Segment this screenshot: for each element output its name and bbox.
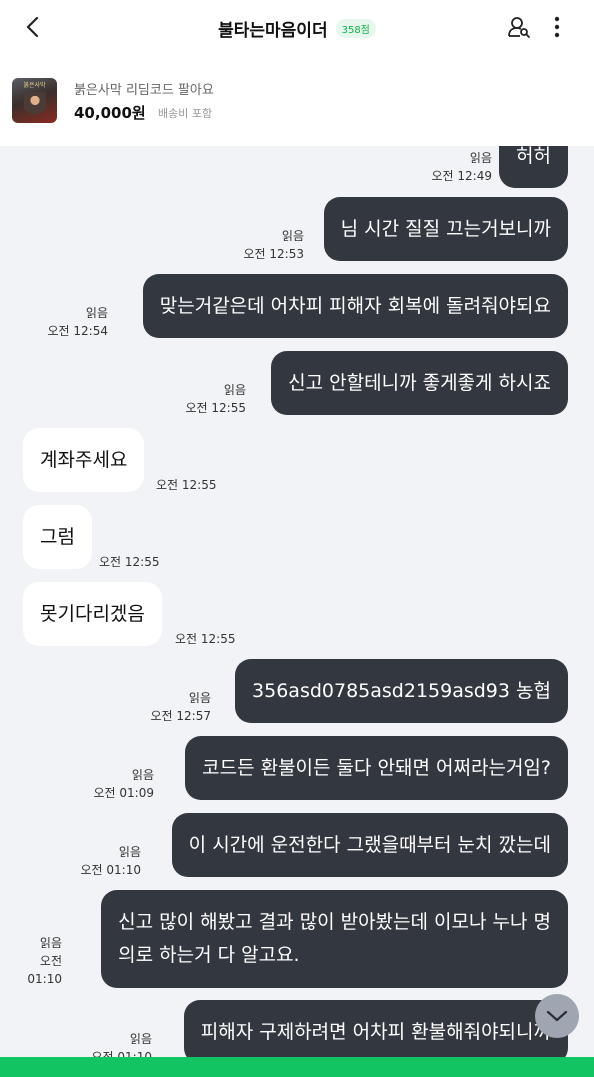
scroll-to-bottom-button[interactable] (535, 994, 579, 1038)
message-time: 오전 12:53 (243, 247, 304, 261)
chevron-left-icon (26, 16, 39, 38)
message-text: 계좌주세요 (40, 449, 128, 471)
message-time: 오전 12:55 (185, 401, 246, 415)
message-bubble[interactable]: 356asd0785asd2159asd93 농협 (235, 659, 568, 723)
message-time: 오전 01:10 (91, 1050, 152, 1057)
product-thumbnail: 붉은사막 (12, 78, 57, 123)
message-text: 코드든 환불이든 둘다 안돼면 어쩌라는거임? (202, 757, 551, 779)
message-time: 오전 12:55 (156, 478, 217, 492)
message-bubble[interactable]: 신고 많이 해봤고 결과 많이 받아봤는데 이모나 누나 명 의로 하는거 다 … (101, 890, 568, 988)
chat-messages[interactable]: 허허 읽음 오전 12:49 님 시간 질질 끄는거보니까 읽음 오전 12:5… (0, 146, 594, 1057)
message-meta: 오전 12:55 (175, 630, 235, 648)
message-text-line: 신고 많이 해봤고 결과 많이 받아봤는데 이모나 누나 명 (118, 911, 551, 933)
message-bubble[interactable]: 피해자 구제하려면 어차피 환불해줘야되니까 (183, 1000, 568, 1057)
message-text: 님 시간 질질 끄는거보니까 (340, 218, 551, 240)
read-status: 읽음 (39, 936, 62, 950)
read-status: 읽음 (223, 383, 246, 397)
read-status: 읽음 (131, 768, 154, 782)
message-time: 오전 12:54 (47, 324, 108, 338)
message-meta: 읽음 오전 01:10 (81, 843, 141, 879)
manner-score-badge: 358점 (335, 18, 376, 38)
title-group: 불타는마음이더 358점 (218, 16, 376, 41)
message-text: 맞는거같은데 어차피 피해자 회복에 돌려줘야되요 (159, 295, 551, 317)
message-bubble[interactable]: 코드든 환불이든 둘다 안돼면 어쩌라는거임? (185, 736, 568, 800)
message-text-line: 의로 하는거 다 알고요. (118, 944, 300, 966)
message-meta: 읽음 오전 01:10 (27, 934, 62, 988)
shipping-info: 배송비 포함 (158, 107, 213, 120)
message-meta: 읽음 오전 12:55 (186, 381, 246, 417)
message-time: 오전 12:49 (431, 169, 492, 183)
message-bubble[interactable]: 이 시간에 운전한다 그랬을때부터 눈치 깠는데 (171, 813, 568, 877)
chat-header: 불타는마음이더 358점 (0, 0, 594, 56)
bottom-accent-bar (0, 1057, 594, 1077)
profile-search-icon (508, 17, 530, 38)
product-name: 붉은사막 리딤코드 팔아요 (74, 83, 214, 98)
message-meta: 읽음 오전 12:57 (151, 689, 211, 725)
read-status: 읽음 (85, 306, 108, 320)
message-bubble[interactable]: 맞는거같은데 어차피 피해자 회복에 돌려줘야되요 (142, 274, 568, 338)
read-status: 읽음 (469, 151, 492, 165)
message-meta: 읽음 오전 01:09 (94, 766, 154, 802)
read-status: 읽음 (281, 229, 304, 243)
product-price: 40,000원 (74, 104, 146, 122)
thumbnail-logo-text: 붉은사막 (23, 82, 46, 89)
message-text: 허허 (516, 146, 551, 167)
message-text: 이 시간에 운전한다 그랬을때부터 눈치 깠는데 (188, 834, 551, 856)
message-bubble[interactable]: 님 시간 질질 끄는거보니까 (323, 197, 568, 261)
read-status: 읽음 (118, 845, 141, 859)
message-meta: 오전 12:55 (156, 476, 216, 494)
message-time: 오전 01:09 (93, 786, 154, 800)
more-options-button[interactable] (542, 12, 572, 42)
message-meta: 읽음 오전 12:53 (244, 227, 304, 263)
message-time-line: 오전 (39, 954, 62, 968)
message-bubble[interactable]: 신고 안할테니까 좋게좋게 하시죠 (271, 351, 568, 415)
message-text: 신고 안할테니까 좋게좋게 하시죠 (288, 372, 551, 394)
message-time-line: 01:10 (27, 972, 62, 986)
more-vertical-icon (554, 16, 560, 38)
message-time: 오전 12:55 (175, 632, 236, 646)
product-summary[interactable]: 붉은사막 붉은사막 리딤코드 팔아요 40,000원 배송비 포함 (0, 66, 594, 147)
chevron-down-icon (546, 1010, 568, 1022)
read-status: 읽음 (129, 1032, 152, 1046)
message-time: 오전 12:55 (99, 555, 160, 569)
message-time: 오전 12:57 (150, 709, 211, 723)
message-meta: 오전 12:55 (99, 553, 159, 571)
message-text: 그럼 (40, 526, 75, 548)
message-meta: 읽음 오전 12:49 (432, 149, 492, 185)
message-meta: 읽음 오전 01:10 (92, 1030, 152, 1057)
message-text: 피해자 구제하려면 어차피 환불해줘야되니까 (200, 1021, 551, 1043)
message-bubble[interactable]: 못기다리겠음 (23, 582, 162, 646)
message-text: 356asd0785asd2159asd93 농협 (252, 680, 551, 702)
message-time: 오전 01:10 (80, 863, 141, 877)
profile-button[interactable] (504, 12, 534, 42)
message-bubble[interactable]: 그럼 (23, 505, 92, 569)
message-meta: 읽음 오전 12:54 (48, 304, 108, 340)
message-bubble[interactable]: 허허 (499, 146, 568, 188)
message-text: 못기다리겠음 (40, 603, 145, 625)
chat-partner-name[interactable]: 불타는마음이더 (218, 16, 327, 41)
message-bubble[interactable]: 계좌주세요 (23, 428, 145, 492)
thumbnail-figure (24, 92, 46, 120)
read-status: 읽음 (188, 691, 211, 705)
back-button[interactable] (18, 12, 48, 42)
